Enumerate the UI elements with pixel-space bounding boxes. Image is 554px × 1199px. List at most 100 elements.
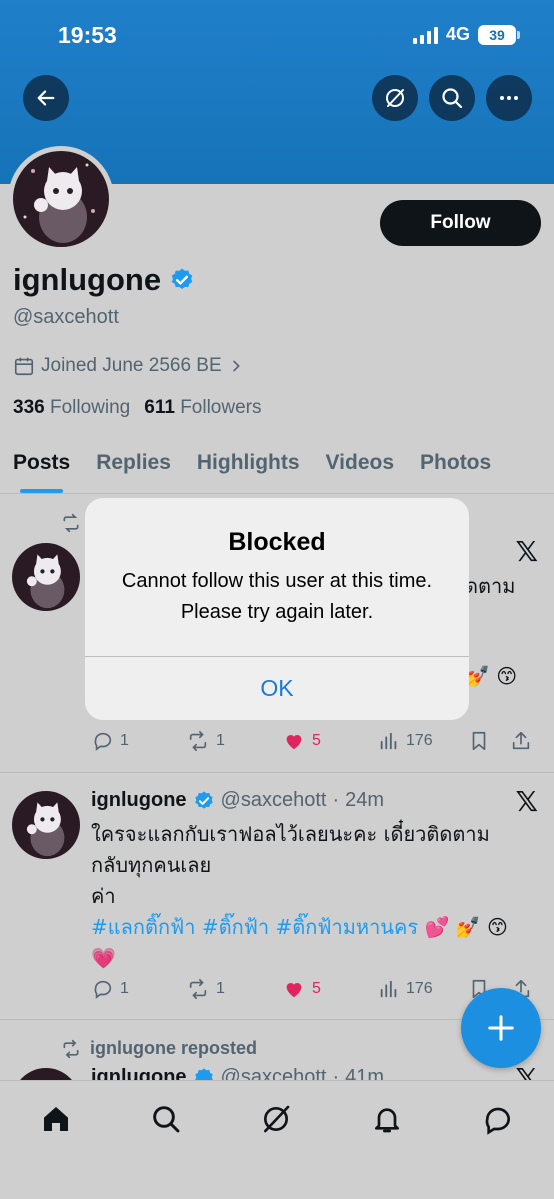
nav-home[interactable] xyxy=(36,1099,76,1139)
tweet-text-fragment: ดตาม xyxy=(465,574,516,598)
tweet-dot: · xyxy=(332,1066,340,1080)
profile-avatar[interactable] xyxy=(8,146,114,252)
tab-videos[interactable]: Videos xyxy=(313,440,407,493)
x-logo-icon: 𝕏 xyxy=(515,1063,538,1080)
tweet-avatar[interactable] xyxy=(12,1068,80,1080)
reply-button[interactable]: 1 xyxy=(92,978,186,1000)
follow-counts: 336 Following 611 Followers xyxy=(13,397,262,419)
repost-icon xyxy=(63,1039,79,1058)
dialog-ok-button[interactable]: OK xyxy=(85,656,469,720)
views-button[interactable]: 176 xyxy=(378,978,468,1000)
verified-badge-icon xyxy=(194,790,213,809)
bookmark-button[interactable] xyxy=(468,730,510,752)
nav-search[interactable] xyxy=(146,1099,186,1139)
tweet-emojis-2: 💗 xyxy=(91,946,116,970)
heart-filled-icon xyxy=(286,735,302,750)
repost-icon xyxy=(189,979,207,999)
search-icon xyxy=(153,1106,180,1133)
tweet-body: ใครจะแลกกับเราฟอลไว้เลยนะคะ เดี๋ยวติดตาม… xyxy=(91,819,531,974)
repost-button[interactable]: 1 xyxy=(186,730,282,752)
tab-highlights[interactable]: Highlights xyxy=(184,440,313,493)
tab-photos[interactable]: Photos xyxy=(407,440,504,493)
dialog-title: Blocked xyxy=(228,528,326,556)
reply-icon xyxy=(94,980,112,999)
like-count: 5 xyxy=(312,980,321,997)
reply-icon xyxy=(94,732,112,751)
status-icons: 4G 39 xyxy=(412,24,520,45)
nav-notifications[interactable] xyxy=(367,1099,407,1139)
more-button[interactable] xyxy=(486,75,532,121)
reply-button[interactable]: 1 xyxy=(92,730,186,752)
display-name-text: ignlugone xyxy=(13,262,162,297)
back-button[interactable] xyxy=(23,75,69,121)
signal-icon xyxy=(412,26,438,44)
tab-replies[interactable]: Replies xyxy=(83,440,184,493)
tweet-line-3: ค่า xyxy=(91,884,116,908)
tweet-author-name[interactable]: ignlugone xyxy=(91,1066,187,1080)
tweet-header: ignlugone @saxcehott · 41m xyxy=(91,1066,384,1080)
x-logo-icon: 𝕏 xyxy=(515,536,538,567)
battery-icon: 39 xyxy=(478,24,520,45)
tweet-dot: · xyxy=(332,789,340,811)
tweet-author-name[interactable]: ignlugone xyxy=(91,789,187,812)
views-count: 176 xyxy=(406,980,433,997)
share-button[interactable] xyxy=(510,730,532,752)
message-icon xyxy=(485,1107,510,1135)
profile-tabs: Posts Replies Highlights Videos Photos xyxy=(0,440,554,494)
repost-indicator: ignlugone reposted xyxy=(60,1038,257,1059)
following-label: Following xyxy=(49,397,131,418)
views-button[interactable]: 176 xyxy=(378,730,468,752)
grok-icon xyxy=(386,89,404,107)
joined-date-link[interactable]: Joined June 2566 BE xyxy=(13,355,244,377)
tweet-2[interactable]: ignlugone @saxcehott · 24m 𝕏 ใครจะแลกกับเร… xyxy=(0,773,554,1019)
repost-button[interactable]: 1 xyxy=(186,978,282,1000)
followers-label: Followers xyxy=(180,397,262,418)
bookmark-icon xyxy=(472,731,486,751)
avatar-image xyxy=(13,151,109,247)
tweet-avatar[interactable] xyxy=(12,791,80,859)
repost-icon xyxy=(63,513,79,533)
bottom-nav xyxy=(0,1080,554,1199)
reply-count: 1 xyxy=(120,980,129,997)
views-count: 176 xyxy=(406,732,433,749)
repost-icon xyxy=(189,731,207,751)
grok-icon xyxy=(264,1105,290,1133)
grok-button[interactable] xyxy=(372,75,418,121)
home-icon xyxy=(44,1107,68,1131)
reply-count: 1 xyxy=(120,732,129,749)
tweet-author-handle: @saxcehott xyxy=(220,789,327,811)
tweet-author-handle: @saxcehott xyxy=(220,1066,327,1080)
more-icon xyxy=(500,96,518,100)
tweet-line-1: ใครจะแลกกับเราฟอลไว้เลยนะคะ เดี๋ยวติดตาม xyxy=(91,822,490,846)
tweet-header: ignlugone @saxcehott · 24m xyxy=(91,789,384,812)
followers-link[interactable]: 611 Followers xyxy=(144,397,261,419)
compose-button[interactable] xyxy=(461,988,541,1068)
chevron-right-icon xyxy=(232,360,240,372)
tweet-hashtags[interactable]: #แลกติ๊กฟ้า #ติ๊กฟ้า #ติ๊กฟ้ามหานคร xyxy=(91,915,418,939)
tweet-emojis: 💕 💅 😙 xyxy=(424,915,508,939)
verified-badge-icon xyxy=(194,1067,213,1080)
follow-button[interactable]: Follow xyxy=(380,200,541,246)
like-button[interactable]: 5 xyxy=(282,730,378,752)
profile-display-name: ignlugone xyxy=(13,262,195,298)
repost-count: 1 xyxy=(216,980,225,997)
calendar-icon xyxy=(14,357,34,376)
search-button[interactable] xyxy=(429,75,475,121)
tweet-emojis: 💅 😙 xyxy=(465,664,518,688)
heart-filled-icon xyxy=(286,983,302,998)
network-type: 4G xyxy=(445,24,470,44)
tweet-time: 24m xyxy=(345,789,385,811)
verified-badge-icon xyxy=(171,268,193,289)
nav-grok[interactable] xyxy=(256,1099,296,1139)
nav-messages[interactable] xyxy=(478,1099,518,1139)
tab-posts[interactable]: Posts xyxy=(0,440,83,493)
following-count: 336 xyxy=(13,397,45,418)
following-link[interactable]: 336 Following xyxy=(13,397,130,419)
tweet-avatar[interactable] xyxy=(12,543,80,611)
share-icon xyxy=(512,731,530,750)
repost-count: 1 xyxy=(216,732,225,749)
like-button[interactable]: 5 xyxy=(282,978,378,1000)
repost-indicator xyxy=(60,513,82,533)
blocked-alert-dialog: Blocked Cannot follow this user at this … xyxy=(85,498,469,720)
tweet-actions: 1 1 5 176 xyxy=(92,727,542,755)
